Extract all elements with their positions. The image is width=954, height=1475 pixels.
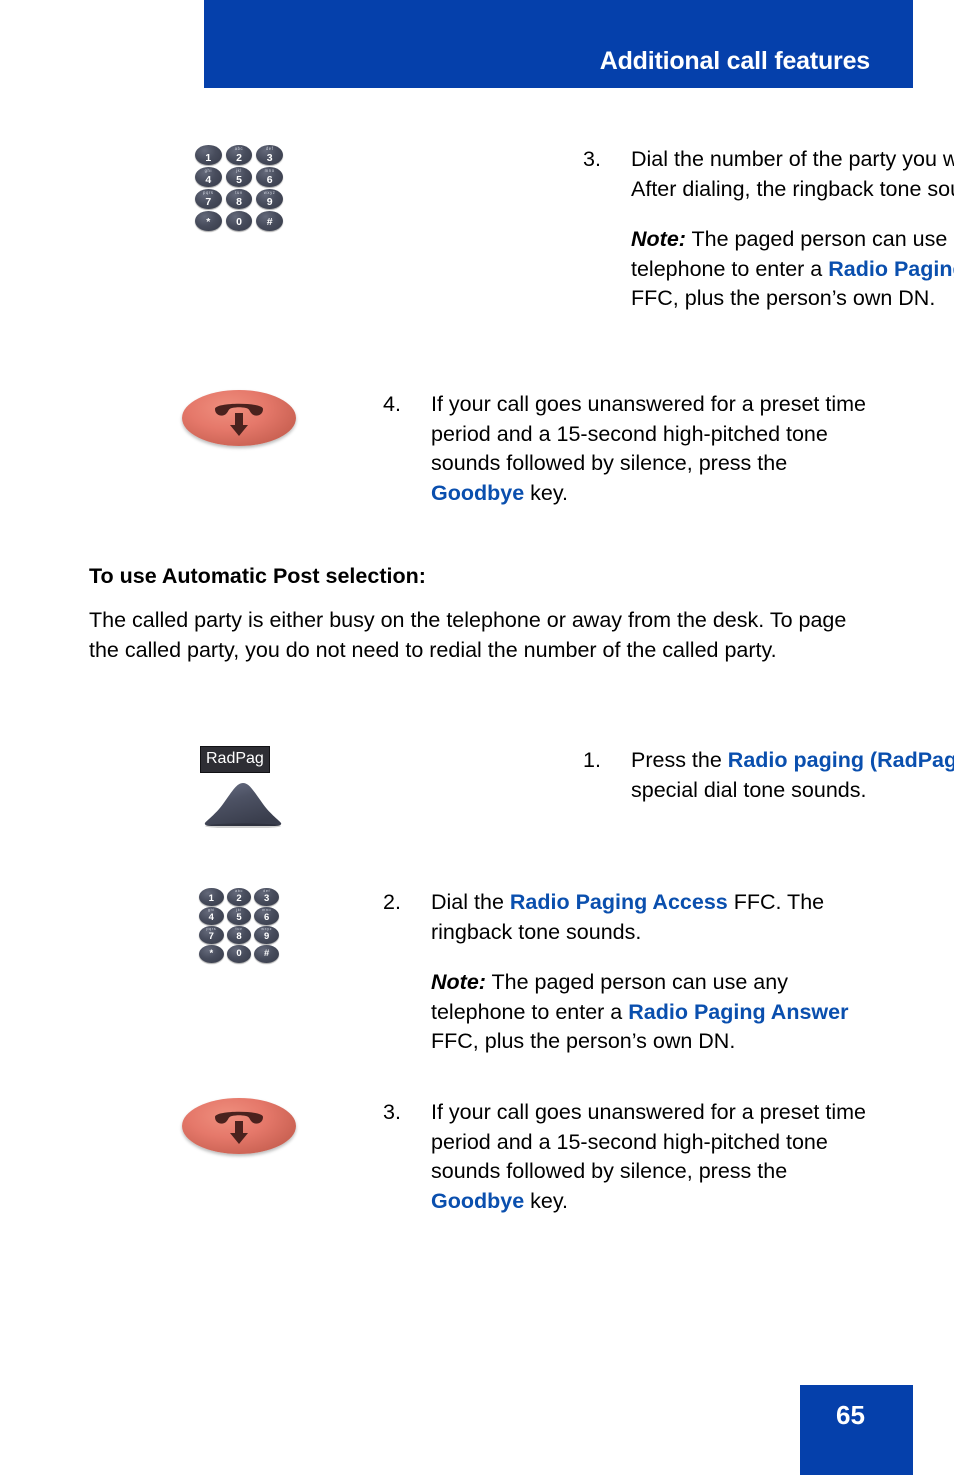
step-number: 3. [383,1100,401,1124]
keypad-key-star: * [199,945,224,963]
keypad-key-star: * [195,211,222,231]
keypad-key-hash: # [254,945,279,963]
keypad-key-digit: * [209,948,214,959]
step-text: 1. Press the Radio paging (RadPag) key. … [583,746,954,805]
step-text: 4. If your call goes unanswered for a pr… [383,390,873,508]
note-label: Note: [631,227,686,251]
keypad-key-digit: 9 [266,195,273,208]
step-note: Note: The paged person can use any telep… [431,968,873,1057]
keypad-key-0: 0 [225,211,253,231]
keypad-key-4: ghi 4 [199,907,224,925]
keypad-key-2: abc 2 [225,145,253,165]
section-paragraph: The called party is either busy on the t… [89,608,847,662]
keypad-key-digit: 1 [208,892,214,904]
keypad-key-digit: 2 [236,892,242,904]
step-number: 4. [383,392,401,416]
keypad-grid: 1 abc 2 def 3 ghi 4 jkl 5 mno 6 pqrs 7 tuv 8 wx… [199,888,279,963]
step-paragraph: Press the Radio paging (RadPag) key. A s… [631,748,954,802]
keypad-key-letters: tuv [235,190,243,195]
page-number: 65 [836,1400,865,1430]
keypad-key-3: def 3 [256,145,283,165]
goodbye-key-icon [182,1098,296,1154]
keypad-key-3: def 3 [254,888,279,906]
page-footer-box: 65 [800,1385,913,1475]
keypad-key-digit: 9 [264,930,270,942]
keypad-key-5: jkl 5 [226,907,252,925]
keypad-key-6: mno 6 [254,907,279,925]
handset-down-arrow-icon [215,1111,263,1144]
keypad-key-digit: 5 [236,173,242,186]
radpag-key-label: RadPag [200,746,270,773]
keypad-key-9: wxyz 9 [254,926,279,944]
keypad-key-digit: 8 [236,930,242,942]
keypad-key-8: tuv 8 [225,189,253,209]
keypad-key-6: mno 6 [256,167,283,187]
keypad-key-digit: 7 [205,195,212,208]
keypad-key-digit: 6 [264,911,270,923]
keypad-key-digit: 6 [266,173,273,186]
step-number: 3. [583,147,601,171]
keypad-key-0: 0 [226,945,252,963]
keypad-key-digit: 7 [208,930,214,942]
keypad-key-digit: 8 [236,195,242,208]
keypad-key-digit: # [264,948,270,959]
goodbye-key-icon [182,390,296,446]
step-paragraph: If your call goes unanswered for a prese… [431,1100,866,1213]
keypad-key-letters: mno [264,168,275,173]
step-paragraph: Dial the number of the party you want to… [631,147,954,201]
keypad-key-letters: pqrs [203,190,214,195]
keypad-key-4: ghi 4 [195,167,222,187]
keypad-key-digit: 0 [236,215,242,228]
radpag-key-icon: RadPag [195,746,295,831]
radpag-key-shape: RadPag [195,746,295,831]
step-text: 3. If your call goes unanswered for a pr… [383,1098,873,1216]
goodbye-key-shape [182,390,296,446]
page-content: 1 abc 2 def 3 ghi 4 jkl 5 mno 6 pqrs 7 tuv 8 wx… [0,88,954,1475]
keypad-key-1: 1 [195,145,222,165]
note-label: Note: [431,970,486,994]
feature-key-dome-icon [204,783,282,828]
keypad-key-5: jkl 5 [225,167,253,187]
keypad-key-digit: 4 [205,173,212,186]
keypad-key-letters: jkl [236,168,242,173]
keypad-key-digit: 3 [264,892,270,904]
keypad-key-1: 1 [199,888,224,906]
note-text: The paged person can use any telephone t… [431,970,849,1053]
step-number: 1. [583,748,601,772]
keypad-key-digit: 0 [236,948,242,959]
keypad-key-digit: # [266,215,273,228]
keypad-key-letters: def [265,146,274,151]
keypad-key-hash: # [256,211,283,231]
keypad-key-digit: 1 [205,151,212,164]
keypad-key-digit: 5 [236,911,242,923]
section-heading: To use Automatic Post selection: [89,564,426,588]
keypad-key-digit: 3 [266,151,273,164]
keypad-key-digit: 2 [236,151,242,164]
keypad-key-7: pqrs 7 [199,926,224,944]
step-paragraph: If your call goes unanswered for a prese… [431,392,866,505]
handset-down-arrow-icon [215,403,263,436]
keypad-grid: 1 abc 2 def 3 ghi 4 jkl 5 mno 6 pqrs 7 tuv 8 wx… [195,145,283,231]
keypad-key-8: tuv 8 [226,926,252,944]
keypad-key-digit: 4 [208,911,214,923]
dialpad-icon: 1 abc 2 def 3 ghi 4 jkl 5 mno 6 pqrs 7 tuv 8 wx… [195,145,283,231]
step-text: 2. Dial the Radio Paging Access FFC. The… [383,888,873,1057]
dialpad-icon: 1 abc 2 def 3 ghi 4 jkl 5 mno 6 pqrs 7 tuv 8 wx… [199,888,279,963]
keypad-key-9: wxyz 9 [256,189,283,209]
keypad-key-7: pqrs 7 [195,189,222,209]
page-title: Additional call features [599,47,870,75]
keypad-key-letters: abc [234,146,244,151]
keypad-key-letters: wxyz [263,190,276,195]
page-header-bar: Additional call features [204,0,913,88]
goodbye-key-shape [182,1098,296,1154]
step-text: 3. Dial the number of the party you want… [583,145,954,314]
step-paragraph: Dial the Radio Paging Access FFC. The ri… [431,890,825,944]
keypad-key-letters: ghi [204,168,213,173]
keypad-key-digit: * [206,215,211,228]
step-note: Note: The paged person can use any telep… [631,225,954,314]
step-number: 2. [383,890,401,914]
keypad-key-2: abc 2 [226,888,252,906]
